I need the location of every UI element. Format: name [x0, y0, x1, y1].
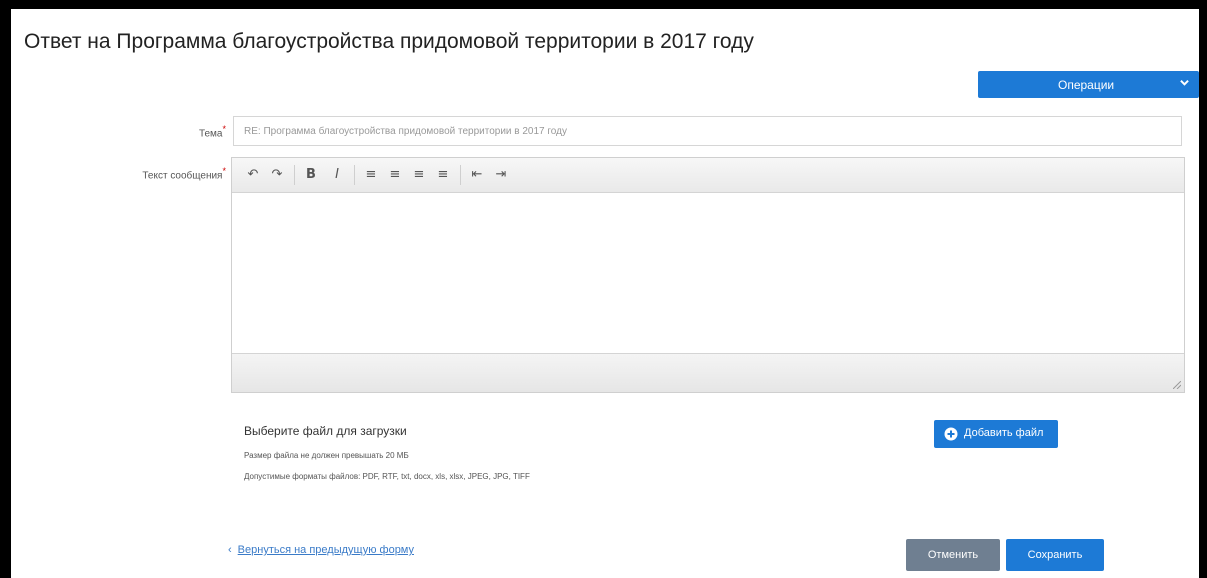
toolbar-divider [460, 165, 461, 185]
operations-label: Операции [1058, 78, 1115, 92]
subject-label: Тема [198, 128, 223, 140]
add-file-label: Добавить файл [964, 427, 1044, 439]
align-center-icon[interactable]: ≡ [386, 166, 404, 184]
align-justify-icon[interactable]: ≡ [434, 166, 452, 184]
screenshot-border-top [0, 0, 1207, 9]
upload-formats-hint: Допустимые форматы файлов: PDF, RTF, txt… [244, 472, 530, 481]
cancel-button[interactable]: Отменить [906, 539, 1000, 571]
editor-status-bar [232, 353, 1184, 392]
plus-circle-icon [944, 427, 958, 441]
subject-input[interactable]: RE: Программа благоустройства придомовой… [233, 116, 1182, 146]
bold-icon[interactable]: B [302, 166, 320, 184]
chevron-left-icon: ‹ [228, 544, 232, 556]
screenshot-border-left [0, 0, 11, 578]
page-title: Ответ на Программа благоустройства придо… [24, 30, 754, 53]
chevron-down-icon [1180, 79, 1189, 86]
upload-title: Выберите файл для загрузки [244, 424, 407, 438]
editor-text-area[interactable] [232, 193, 1184, 353]
toolbar-divider [294, 165, 295, 185]
add-file-button[interactable]: Добавить файл [934, 420, 1058, 448]
outdent-icon[interactable]: ⇤ [468, 166, 486, 184]
subject-label-wrap: Тема* [96, 124, 226, 139]
italic-icon[interactable]: I [328, 166, 346, 184]
back-link-text[interactable]: Вернуться на предыдущую форму [238, 544, 414, 556]
required-mark: * [222, 166, 226, 176]
editor-toolbar: ↶ ↷ B I ≡ ≡ ≡ ≡ ⇤ ⇥ [232, 158, 1184, 193]
toolbar-divider [354, 165, 355, 185]
operations-dropdown-button[interactable]: Операции [978, 71, 1199, 98]
message-label-wrap: Текст сообщения* [96, 166, 226, 181]
message-label: Текст сообщения [142, 170, 223, 182]
upload-size-hint: Размер файла не должен превышать 20 МБ [244, 451, 409, 460]
redo-icon[interactable]: ↷ [268, 166, 286, 184]
align-left-icon[interactable]: ≡ [362, 166, 380, 184]
required-mark: * [222, 124, 226, 134]
back-link[interactable]: ‹ Вернуться на предыдущую форму [228, 544, 414, 556]
screenshot-border-right [1199, 0, 1207, 578]
align-right-icon[interactable]: ≡ [410, 166, 428, 184]
save-button[interactable]: Сохранить [1006, 539, 1104, 571]
message-editor: ↶ ↷ B I ≡ ≡ ≡ ≡ ⇤ ⇥ [231, 157, 1185, 393]
indent-icon[interactable]: ⇥ [492, 166, 510, 184]
resize-grip-icon[interactable] [1173, 381, 1181, 389]
undo-icon[interactable]: ↶ [244, 166, 262, 184]
